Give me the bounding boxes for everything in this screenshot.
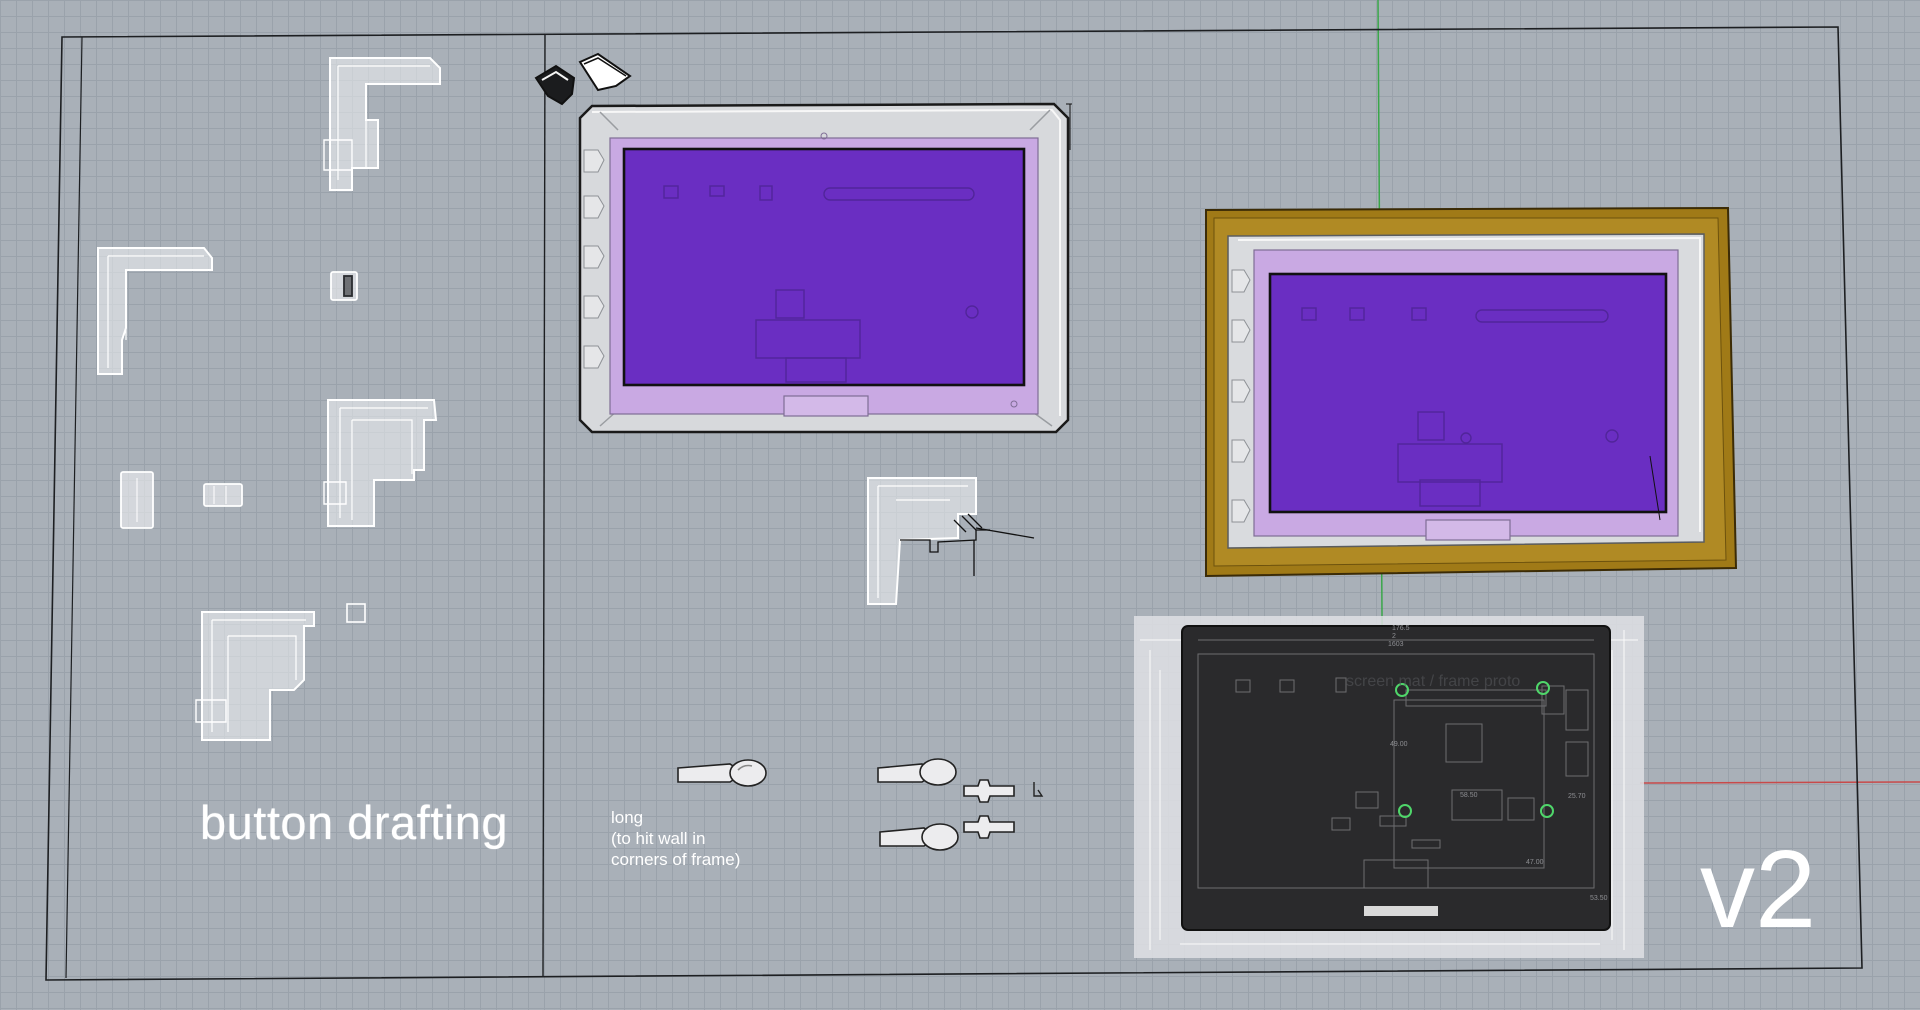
annotation-note-line: long xyxy=(611,808,644,827)
pcb-drawing-overlay[interactable]: 176.5 2 1603 58.50 25.70 49.00 47.00 53.… xyxy=(1134,616,1644,958)
corner-bracket-icon[interactable] xyxy=(97,247,213,375)
dimension-inner: 47.00 xyxy=(1526,859,1544,866)
corner-bracket-icon[interactable] xyxy=(323,399,438,527)
dimension-top: 1603 xyxy=(1388,641,1404,648)
pcb-board xyxy=(1181,625,1611,931)
clip-icon[interactable] xyxy=(330,271,358,301)
dimension-top: 2 xyxy=(1392,633,1396,640)
stem-profile-mark xyxy=(1033,782,1044,797)
faint-caption: screen mat / frame proto xyxy=(1346,673,1520,690)
clip-icon[interactable] xyxy=(534,52,632,106)
corner-bracket-icon[interactable] xyxy=(195,611,315,741)
display-area xyxy=(1268,272,1668,514)
section-title: button drafting xyxy=(200,796,508,849)
version-label: v2 xyxy=(1700,828,1817,951)
dimension-inner: 53.50 xyxy=(1590,895,1608,902)
annotation-note-line: corners of frame) xyxy=(611,850,741,869)
corner-bracket-icon[interactable] xyxy=(323,57,441,191)
framed-screen-assembly[interactable] xyxy=(1205,206,1738,578)
section-divider xyxy=(542,33,546,977)
button-stem-icon[interactable] xyxy=(879,823,959,851)
viewport-drawing[interactable]: 176.5 2 1603 58.50 25.70 49.00 47.00 53.… xyxy=(0,0,1920,1005)
button-stem-icon[interactable] xyxy=(963,779,1015,803)
button-stem-icon[interactable] xyxy=(677,759,767,787)
small-square-marker[interactable] xyxy=(346,603,366,623)
button-stem-icon[interactable] xyxy=(963,815,1015,839)
clip-icon[interactable] xyxy=(203,483,243,507)
button-stem-icon[interactable] xyxy=(877,758,957,786)
annotation-note-line: (to hit wall in xyxy=(611,829,706,848)
sheet-border-inner-left xyxy=(65,36,83,979)
dimension-inner: 25.70 xyxy=(1568,793,1586,800)
screen-assembly-center[interactable] xyxy=(578,102,1072,434)
display-area xyxy=(622,147,1026,387)
annotation-note: long (to hit wall in corners of frame) xyxy=(611,807,740,870)
x-axis-line xyxy=(1639,781,1920,784)
dimension-top: 176.5 xyxy=(1392,625,1410,632)
dimension-inner: 58.50 xyxy=(1460,792,1478,799)
clip-icon[interactable] xyxy=(120,471,154,529)
cad-viewport[interactable]: 176.5 2 1603 58.50 25.70 49.00 47.00 53.… xyxy=(0,0,1920,1005)
dimension-inner: 49.00 xyxy=(1390,741,1408,748)
